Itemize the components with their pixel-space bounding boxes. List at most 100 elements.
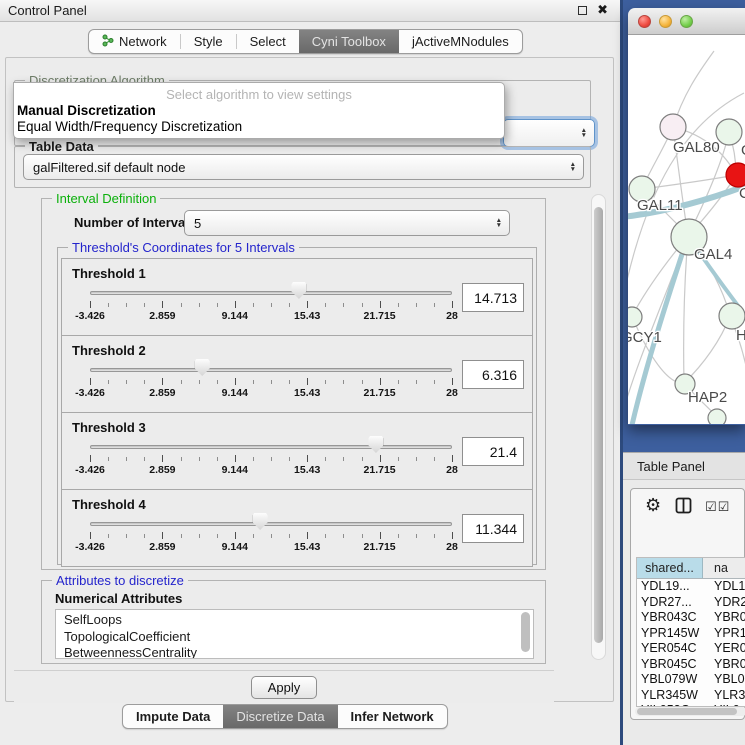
settings-scrollbar[interactable] <box>591 194 606 660</box>
network-node-gal80[interactable] <box>660 114 686 140</box>
threshold-slider-track[interactable] <box>90 445 452 449</box>
cell-shared-name[interactable]: YBR045C <box>637 657 703 673</box>
cell-name[interactable]: YBR0 <box>703 610 745 626</box>
tab-label: Discretize Data <box>236 709 324 724</box>
tab-label: jActiveMNodules <box>412 34 509 49</box>
slider-tick-labels: -3.4262.8599.14415.4321.71528 <box>90 464 452 478</box>
tab-label: Network <box>119 34 167 49</box>
slider-ticks <box>90 301 452 309</box>
number-of-intervals-combobox[interactable]: 5 ▲▼ <box>184 210 510 236</box>
network-node[interactable] <box>716 119 742 145</box>
table-row[interactable]: YLR345WYLR3 <box>637 688 745 704</box>
tab-label: Cyni Toolbox <box>312 34 386 49</box>
table-row[interactable]: YDL19...YDL1 <box>637 579 745 595</box>
threshold-slider-handle[interactable] <box>195 359 210 376</box>
checkbox-icons[interactable]: ☑☑ <box>705 499 730 515</box>
slider-tick-labels: -3.4262.8599.14415.4321.71528 <box>90 310 452 324</box>
cell-shared-name[interactable]: YER054C <box>637 641 703 657</box>
table-row[interactable]: YBL079WYBL0 <box>637 672 745 688</box>
attribute-item[interactable]: TopologicalCoefficient <box>64 629 519 646</box>
table-row[interactable]: YPR145WYPR1 <box>637 626 745 642</box>
zoom-traffic-light-icon[interactable] <box>680 15 693 28</box>
tab-network[interactable]: Network <box>89 30 180 53</box>
tab-jactivemnodules[interactable]: jActiveMNodules <box>399 30 522 53</box>
column-header-name[interactable]: na <box>703 558 745 578</box>
threshold-slider-handle[interactable] <box>368 436 383 453</box>
combo-spinner-icon[interactable]: ▲▼ <box>496 218 502 228</box>
cell-name[interactable]: YBL0 <box>703 672 745 688</box>
cell-shared-name[interactable]: YBR043C <box>637 610 703 626</box>
network-node-h[interactable] <box>719 303 745 329</box>
column-header-shared-name[interactable]: shared... <box>637 558 703 578</box>
desktop-area: GAL80 GAL11 GAL4 GCY1 HAP2 G C H Table P… <box>620 0 745 745</box>
minimize-traffic-light-icon[interactable] <box>659 15 672 28</box>
network-node-selected[interactable] <box>726 163 745 187</box>
cell-shared-name[interactable]: YDL19... <box>637 579 703 595</box>
gear-icon[interactable]: ⚙ <box>645 495 661 516</box>
network-node-gcy1[interactable] <box>628 307 642 327</box>
section-title: Table Data <box>25 139 98 154</box>
node-label-hap2: HAP2 <box>688 389 727 406</box>
menu-item-equal-width-frequency[interactable]: Equal Width/Frequency Discretization <box>17 119 242 134</box>
scrollbar-thumb[interactable] <box>594 207 603 643</box>
cell-shared-name[interactable]: YPR145W <box>637 626 703 642</box>
threshold-value-field[interactable] <box>462 283 524 312</box>
tab-select[interactable]: Select <box>237 30 299 53</box>
close-icon[interactable]: ✖ <box>597 2 608 18</box>
attributes-list-scrollbar[interactable] <box>521 612 530 652</box>
table-row[interactable]: YER054CYER0 <box>637 641 745 657</box>
network-window-titlebar[interactable] <box>628 8 745 35</box>
tab-infer-network[interactable]: Infer Network <box>338 705 447 728</box>
threshold-value-field[interactable] <box>462 437 524 466</box>
threshold-slider-track[interactable] <box>90 522 452 526</box>
tab-discretize-data[interactable]: Discretize Data <box>223 705 337 728</box>
section-title: Attributes to discretize <box>52 573 188 588</box>
float-window-icon[interactable] <box>578 6 587 15</box>
combo-value: 5 <box>194 216 201 231</box>
threshold-slider-handle[interactable] <box>253 513 268 530</box>
tab-impute-data[interactable]: Impute Data <box>123 705 223 728</box>
network-node[interactable] <box>708 409 726 424</box>
columns-icon[interactable] <box>675 497 692 519</box>
cell-name[interactable]: YDL1 <box>703 579 745 595</box>
tab-style[interactable]: Style <box>181 30 236 53</box>
table-row[interactable]: YDR27...YDR2 <box>637 595 745 611</box>
cell-name[interactable]: YLR3 <box>703 688 745 704</box>
cell-name[interactable]: YER0 <box>703 641 745 657</box>
cell-shared-name[interactable]: YDR27... <box>637 595 703 611</box>
scrollbar-thumb[interactable] <box>637 708 737 715</box>
slider-tick-labels: -3.4262.8599.14415.4321.71528 <box>90 541 452 555</box>
table-row[interactable]: YBR043CYBR0 <box>637 610 745 626</box>
close-traffic-light-icon[interactable] <box>638 15 651 28</box>
node-table: shared... na YDL19...YDL1YDR27...YDR2YBR… <box>636 557 745 707</box>
cell-shared-name[interactable]: YBL079W <box>637 672 703 688</box>
table-horizontal-scrollbar[interactable] <box>635 707 745 716</box>
table-data-combobox[interactable]: galFiltered.sif default node ▲▼ <box>23 154 584 180</box>
threshold-value-field[interactable] <box>462 514 524 543</box>
menu-item-manual-discretization[interactable]: Manual Discretization <box>17 103 156 118</box>
tab-label: Infer Network <box>351 709 434 724</box>
cell-name[interactable]: YPR1 <box>703 626 745 642</box>
table-row[interactable]: YBR045CYBR0 <box>637 657 745 673</box>
tab-cyni-toolbox[interactable]: Cyni Toolbox <box>299 30 399 53</box>
threshold-row: Threshold 2 -3.4262.8599.14415.4321.7152… <box>61 335 533 413</box>
threshold-slider-track[interactable] <box>90 368 452 372</box>
combo-value: galFiltered.sif default node <box>33 160 185 175</box>
slider-ticks <box>90 532 452 540</box>
threshold-slider-track[interactable] <box>90 291 452 295</box>
cell-name[interactable]: YDR2 <box>703 595 745 611</box>
attribute-item[interactable]: BetweennessCentrality <box>64 645 519 659</box>
combo-spinner-icon[interactable]: ▲▼ <box>570 162 576 172</box>
threshold-value-field[interactable] <box>462 360 524 389</box>
apply-button[interactable]: Apply <box>251 676 317 699</box>
tab-label: Impute Data <box>136 709 210 724</box>
network-canvas[interactable]: GAL80 GAL11 GAL4 GCY1 HAP2 G C H <box>628 35 745 424</box>
cell-name[interactable]: YBR0 <box>703 657 745 673</box>
combo-spinner-icon[interactable]: ▲▼ <box>581 128 587 138</box>
node-label-gal80: GAL80 <box>673 139 720 156</box>
threshold-slider-handle[interactable] <box>291 282 306 299</box>
attribute-item[interactable]: SelfLoops <box>64 612 519 629</box>
cell-shared-name[interactable]: YLR345W <box>637 688 703 704</box>
attributes-list[interactable]: SelfLoopsTopologicalCoefficientBetweenne… <box>55 609 534 659</box>
algorithm-combobox[interactable]: ▲▼ <box>503 119 595 147</box>
